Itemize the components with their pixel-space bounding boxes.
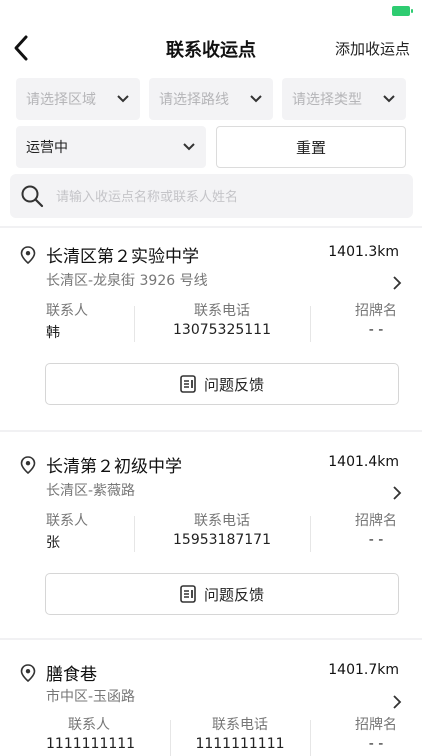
- chevron-right-icon[interactable]: [392, 276, 402, 290]
- contact-column: 联系人 韩: [46, 300, 88, 342]
- contact-label: 联系人: [46, 303, 88, 319]
- chevron-down-icon: [117, 95, 129, 103]
- location-pin-icon: [20, 246, 36, 264]
- area-select-label: 请选择区域: [26, 92, 96, 108]
- point-address: 长清区-紫薇路: [46, 483, 136, 499]
- chevron-down-icon: [383, 95, 395, 103]
- phone-label: 联系电话: [212, 717, 268, 733]
- sign-column: 招牌名 - -: [348, 510, 404, 548]
- route-select[interactable]: 请选择路线: [149, 78, 273, 120]
- phone-column: 联系电话 13075325111: [172, 300, 272, 338]
- contact-column: 联系人 张: [46, 510, 88, 552]
- contact-column: 联系人 1111111111: [46, 714, 135, 752]
- feedback-icon: [180, 375, 196, 393]
- column-divider: [310, 720, 311, 756]
- sign-column: 招牌名 - -: [348, 714, 404, 752]
- point-distance: 1401.3km: [328, 244, 399, 260]
- sign-label: 招牌名: [355, 717, 397, 733]
- chevron-down-icon: [250, 95, 262, 103]
- sign-value: - -: [368, 532, 384, 548]
- point-name: 膳食巷: [46, 665, 97, 685]
- location-pin-icon: [20, 456, 36, 474]
- point-name: 长清区第２实验中学: [46, 247, 199, 267]
- column-divider: [170, 720, 171, 756]
- type-select-label: 请选择类型: [292, 92, 362, 108]
- feedback-button[interactable]: 问题反馈: [45, 573, 399, 615]
- search-icon: [21, 185, 44, 208]
- feedback-label: 问题反馈: [203, 585, 264, 604]
- search-input[interactable]: [54, 174, 408, 220]
- battery-icon: [392, 6, 413, 16]
- chevron-down-icon: [183, 143, 195, 151]
- list-item[interactable]: 长清区第２实验中学 1401.3km 长清区-龙泉街 3926 号线 联系人 韩…: [0, 228, 422, 428]
- status-select-label: 运营中: [26, 140, 68, 156]
- point-name: 长清第２初级中学: [46, 457, 182, 477]
- contact-value: 韩: [46, 325, 60, 341]
- add-point-button[interactable]: 添加收运点: [335, 38, 410, 59]
- point-distance: 1401.4km: [328, 454, 399, 470]
- status-select[interactable]: 运营中: [16, 126, 206, 168]
- status-bar: [0, 0, 422, 24]
- sign-label: 招牌名: [355, 513, 397, 529]
- phone-column: 联系电话 15953187171: [172, 510, 272, 548]
- location-pin-icon: [20, 664, 36, 682]
- chevron-right-icon[interactable]: [392, 486, 402, 500]
- list-item[interactable]: 长清第２初级中学 1401.4km 长清区-紫薇路 联系人 张 联系电话 159…: [0, 432, 422, 632]
- list-item[interactable]: 膳食巷 1401.7km 市中区-玉函路 联系人 1111111111 联系电话…: [0, 640, 422, 756]
- column-divider: [310, 306, 311, 342]
- type-select[interactable]: 请选择类型: [282, 78, 406, 120]
- feedback-button[interactable]: 问题反馈: [45, 363, 399, 405]
- feedback-icon: [180, 585, 196, 603]
- point-address: 长清区-龙泉街 3926 号线: [46, 273, 208, 289]
- sign-value: - -: [368, 322, 384, 338]
- nav-bar: 联系收运点 添加收运点: [0, 24, 422, 72]
- sign-label: 招牌名: [355, 303, 397, 319]
- contact-label: 联系人: [46, 513, 88, 529]
- column-divider: [310, 516, 311, 552]
- sign-column: 招牌名 - -: [348, 300, 404, 338]
- reset-button[interactable]: 重置: [216, 126, 406, 168]
- point-address: 市中区-玉函路: [46, 689, 136, 705]
- contact-label: 联系人: [68, 717, 110, 733]
- phone-label: 联系电话: [194, 513, 250, 529]
- route-select-label: 请选择路线: [159, 92, 229, 108]
- column-divider: [134, 516, 135, 552]
- phone-column: 联系电话 1111111111: [190, 714, 290, 752]
- point-distance: 1401.7km: [328, 662, 399, 678]
- phone-label: 联系电话: [194, 303, 250, 319]
- chevron-right-icon[interactable]: [392, 695, 402, 709]
- phone-value[interactable]: 13075325111: [172, 322, 272, 338]
- area-select[interactable]: 请选择区域: [16, 78, 140, 120]
- contact-value: 张: [46, 535, 60, 551]
- phone-value[interactable]: 15953187171: [172, 532, 272, 548]
- column-divider: [134, 306, 135, 342]
- search-bar: [10, 174, 413, 220]
- feedback-label: 问题反馈: [203, 375, 264, 394]
